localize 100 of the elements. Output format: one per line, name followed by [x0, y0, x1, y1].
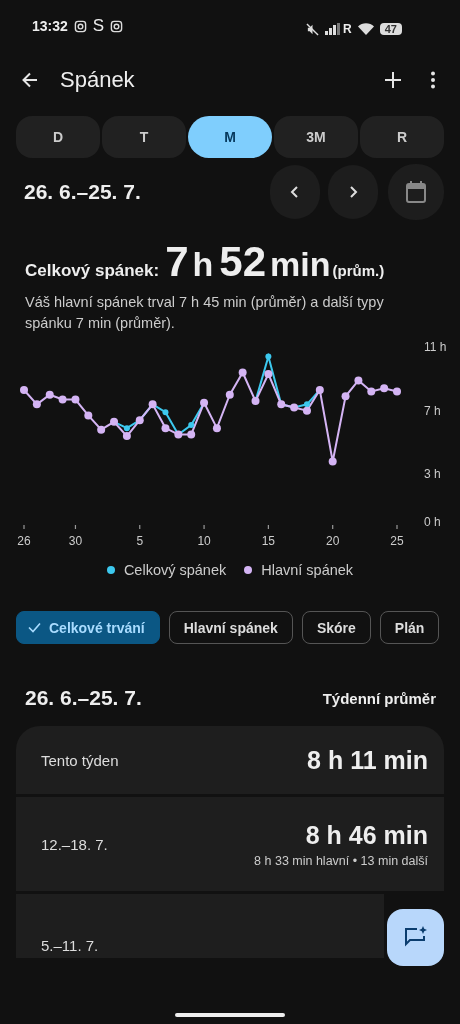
- filter-chip[interactable]: Celkové trvání: [16, 611, 160, 645]
- minutes-unit: min: [270, 245, 331, 284]
- x-axis-tick: [74, 524, 77, 530]
- data-point: [265, 353, 272, 360]
- x-axis-label: 5: [136, 534, 144, 549]
- summary-description: Váš hlavní spánek trval 7 h 45 min (průměr) a další typy spánku 7 min (průměr).: [25, 293, 385, 333]
- x-axis-tick: [23, 524, 25, 530]
- chevron-right-icon: [348, 185, 358, 199]
- y-axis-label: 3 h: [424, 467, 441, 482]
- week-card[interactable]: 12.–18. 7. 8 h 46 min 8 h 33 min hlavní • 13 min další: [16, 797, 444, 892]
- data-point: [315, 386, 324, 394]
- x-axis-label: 10: [197, 534, 211, 549]
- data-point: [225, 390, 234, 399]
- network-type: R: [343, 22, 352, 36]
- x-axis-label: 25: [390, 534, 404, 549]
- range-tab[interactable]: T: [102, 116, 186, 158]
- data-point: [277, 400, 286, 409]
- x-axis-label: 26: [17, 534, 31, 549]
- data-point: [122, 432, 131, 441]
- data-point: [148, 400, 157, 409]
- data-point: [161, 424, 170, 433]
- app-letter: S: [92, 16, 105, 36]
- chevron-left-icon: [290, 185, 300, 199]
- data-point: [45, 390, 54, 399]
- week-duration: 8 h 11 min: [307, 745, 428, 775]
- mute-icon: [306, 22, 320, 36]
- data-point: [84, 411, 93, 420]
- y-axis-label: 0 h: [424, 515, 441, 530]
- x-axis-label: 20: [326, 534, 340, 549]
- range-tab[interactable]: M: [188, 116, 272, 158]
- week-breakdown: 8 h 33 min hlavní • 13 min další: [254, 853, 428, 868]
- calendar-button[interactable]: [388, 164, 444, 220]
- data-point: [393, 387, 401, 396]
- camera-app-icon: [110, 19, 124, 33]
- data-point: [328, 457, 337, 466]
- week-duration: 8 h 46 min: [305, 820, 428, 850]
- data-point: [188, 422, 195, 428]
- data-point: [162, 409, 169, 416]
- data-point: [251, 397, 260, 406]
- summary-label: Celkový spánek:: [25, 261, 160, 281]
- data-point: [341, 392, 350, 401]
- filter-chip[interactable]: Plán: [379, 611, 440, 645]
- week-label: 5.–11. 7.: [41, 937, 99, 955]
- check-icon: [28, 622, 41, 634]
- period-label: 26. 6.–25. 7.: [24, 180, 141, 204]
- period-label: 26. 6.–25. 7.: [25, 686, 142, 711]
- data-point: [32, 400, 41, 409]
- legend-label: Hlavní spánek: [261, 562, 354, 579]
- x-axis-tick: [203, 524, 205, 530]
- y-axis-label: 7 h: [424, 403, 441, 418]
- data-point: [212, 424, 221, 433]
- filter-chip[interactable]: Skóre: [301, 611, 371, 645]
- back-arrow-icon[interactable]: [20, 70, 40, 90]
- summary-hours: 7: [165, 238, 189, 286]
- more-options-icon[interactable]: [430, 71, 436, 89]
- camera-app-icon: [73, 19, 87, 33]
- assistant-button[interactable]: [387, 909, 444, 967]
- range-tab[interactable]: D: [16, 116, 100, 158]
- data-point: [264, 370, 273, 379]
- data-point: [290, 403, 299, 412]
- week-label: Tento týden: [41, 751, 119, 769]
- range-tab[interactable]: 3M: [274, 116, 358, 158]
- x-axis-tick: [267, 524, 269, 530]
- data-point: [71, 395, 80, 404]
- week-label: 12.–18. 7.: [41, 835, 108, 853]
- data-point: [354, 376, 363, 385]
- week-card[interactable]: Tento týden 8 h 11 min: [16, 726, 444, 795]
- average-suffix: (prům.): [332, 262, 385, 279]
- x-axis-tick: [332, 524, 334, 530]
- data-point: [174, 430, 183, 439]
- signal-icon: [325, 23, 342, 35]
- week-card[interactable]: 5.–11. 7.: [16, 894, 384, 959]
- x-axis-label: 30: [68, 534, 83, 549]
- data-point: [302, 406, 311, 415]
- add-icon[interactable]: [384, 71, 402, 89]
- x-axis-label: 15: [261, 534, 276, 549]
- data-point: [238, 368, 247, 377]
- data-point: [187, 430, 196, 439]
- hours-unit: h: [192, 245, 214, 284]
- x-axis-tick: [396, 524, 398, 530]
- range-tab[interactable]: R: [360, 116, 444, 158]
- battery-indicator: 47: [379, 23, 402, 35]
- data-point: [97, 425, 106, 434]
- data-point: [58, 395, 67, 404]
- legend-label: Celkový spánek: [123, 562, 227, 579]
- data-point: [20, 386, 28, 394]
- data-point: [380, 384, 389, 393]
- data-point: [367, 387, 376, 396]
- clock: 13:32: [32, 18, 68, 34]
- weekly-average-heading: Týdenní průměr: [322, 689, 436, 707]
- data-point: [200, 398, 209, 407]
- wifi-icon: [357, 23, 374, 35]
- calendar-icon: [406, 181, 426, 203]
- x-axis-tick: [139, 524, 141, 530]
- filter-chip[interactable]: Hlavní spánek: [168, 611, 293, 645]
- summary-minutes: 52: [219, 238, 267, 286]
- data-point: [135, 416, 144, 425]
- data-point: [110, 417, 119, 426]
- page-title: Spánek: [60, 67, 135, 93]
- y-axis-label: 11 h: [424, 340, 447, 355]
